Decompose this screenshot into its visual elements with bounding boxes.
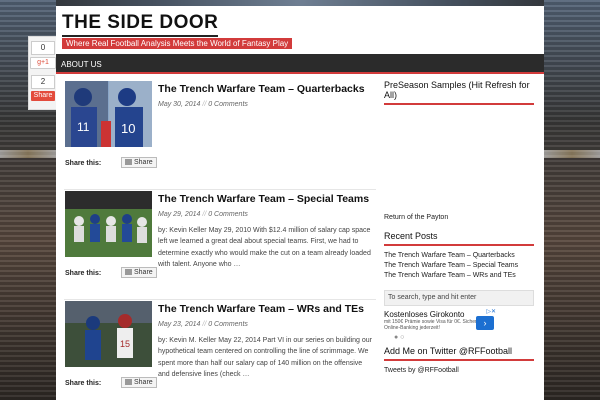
- recent-post-link[interactable]: The Trench Warfare Team – WRs and TEs: [384, 271, 534, 281]
- recent-post-link[interactable]: The Trench Warfare Team – Special Teams: [384, 261, 534, 271]
- post-title[interactable]: The Trench Warfare Team – WRs and TEs: [158, 303, 364, 315]
- post-item: 15 The Trench Warfare Team – WRs and TEs…: [64, 300, 376, 400]
- post-title[interactable]: The Trench Warfare Team – Quarterbacks: [158, 83, 365, 95]
- post-meta: May 30, 2014 // 0 Comments: [158, 101, 248, 108]
- svg-text:11: 11: [77, 120, 90, 134]
- ad-title[interactable]: Kostenloses Girokonto: [384, 310, 534, 319]
- carousel-dots[interactable]: ● ○: [384, 334, 534, 341]
- share-this-label: Share this:: [65, 160, 102, 167]
- post-share-button[interactable]: Share: [121, 157, 157, 168]
- stadium-background-right: [544, 0, 600, 400]
- recent-post-link[interactable]: The Trench Warfare Team – Quarterbacks: [384, 251, 534, 261]
- preseason-embed-area: [384, 110, 534, 213]
- post-thumbnail-quarterbacks[interactable]: 11 10: [65, 81, 152, 147]
- post-share-button[interactable]: Share: [121, 377, 157, 388]
- share-this-label: Share this:: [65, 380, 102, 387]
- ad-arrow-icon[interactable]: ›: [476, 316, 494, 330]
- search-input[interactable]: To search, type and hit enter: [384, 290, 534, 306]
- svg-text:10: 10: [121, 121, 135, 136]
- ad-info-icon[interactable]: ▷✕: [486, 308, 496, 315]
- post-thumbnail-wrs-tes[interactable]: 15: [65, 301, 152, 367]
- svg-text:15: 15: [120, 339, 130, 349]
- post-item: The Trench Warfare Team – Special Teams …: [64, 190, 376, 300]
- floating-share-bar: 0 g+1 2 Share: [28, 36, 58, 110]
- post-date: May 23, 2014: [158, 321, 201, 328]
- post-title[interactable]: The Trench Warfare Team – Special Teams: [158, 193, 369, 205]
- post-share-button[interactable]: Share: [121, 267, 157, 278]
- share-this-label: Share this:: [65, 270, 102, 277]
- post-list: 11 10 The Trench Warfare Team – Quarterb…: [64, 80, 376, 400]
- post-item: 11 10 The Trench Warfare Team – Quarterb…: [64, 80, 376, 190]
- post-date: May 29, 2014: [158, 211, 201, 218]
- post-comments-link[interactable]: 0 Comments: [208, 211, 248, 218]
- post-meta: May 29, 2014 // 0 Comments: [158, 211, 248, 218]
- preseason-widget-title: PreSeason Samples (Hit Refresh for All): [384, 80, 534, 105]
- post-date: May 30, 2014: [158, 101, 201, 108]
- post-meta: May 23, 2014 // 0 Comments: [158, 321, 248, 328]
- recent-posts-title: Recent Posts: [384, 231, 534, 246]
- post-comments-link[interactable]: 0 Comments: [208, 101, 248, 108]
- post-comments-link[interactable]: 0 Comments: [208, 321, 248, 328]
- post-excerpt: by: Kevin M. Keller May 22, 2014 Part VI…: [158, 337, 372, 378]
- advertisement[interactable]: Kostenloses Girokonto mit 150€ Prämie so…: [384, 308, 534, 332]
- post-excerpt: by: Kevin Keller May 29, 2010 With $12.4…: [158, 227, 371, 268]
- site-title[interactable]: THE SIDE DOOR: [62, 12, 219, 37]
- share-icon: [125, 159, 132, 166]
- google-plus-button[interactable]: g+1: [30, 57, 56, 69]
- site-header: THE SIDE DOOR Where Real Football Analys…: [56, 6, 544, 54]
- share-count-top: 0: [31, 41, 55, 55]
- nav-item-about-us[interactable]: ABOUT US: [56, 56, 107, 74]
- preseason-caption[interactable]: Return of the Payton: [384, 213, 534, 223]
- ad-subtitle: mit 150€ Prämie sowie Visa für 0€. Siche…: [384, 319, 483, 331]
- share-icon: [125, 269, 132, 276]
- sidebar: PreSeason Samples (Hit Refresh for All) …: [384, 80, 534, 376]
- share-button[interactable]: Share: [31, 91, 55, 101]
- main-nav: ABOUT US: [56, 54, 544, 74]
- twitter-widget-title: Add Me on Twitter @RFFootball: [384, 346, 534, 361]
- page-container: THE SIDE DOOR Where Real Football Analys…: [56, 6, 544, 400]
- site-tagline: Where Real Football Analysis Meets the W…: [62, 38, 293, 49]
- twitter-timeline-link[interactable]: Tweets by @RFFootball: [384, 366, 534, 376]
- share-count-middle: 2: [31, 75, 55, 89]
- share-icon: [125, 379, 132, 386]
- post-thumbnail-special-teams[interactable]: [65, 191, 152, 257]
